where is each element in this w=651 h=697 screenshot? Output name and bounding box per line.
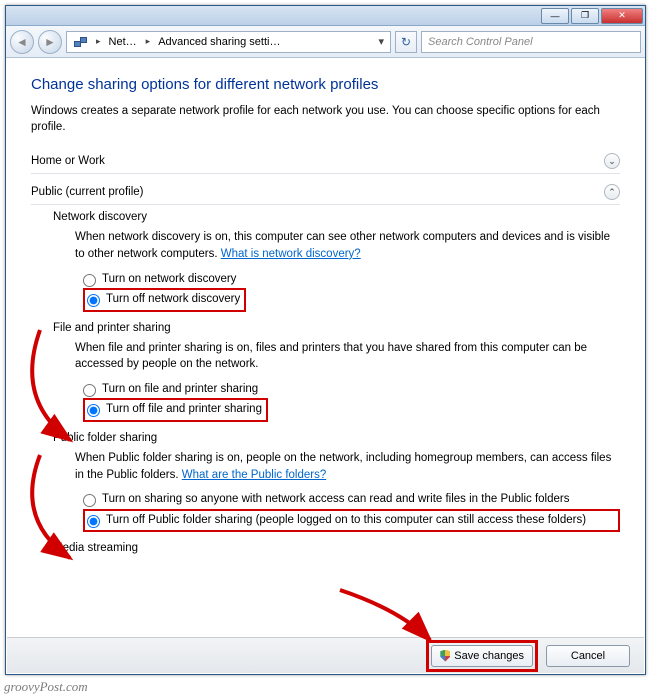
- radio-label: Turn off file and printer sharing: [106, 402, 262, 418]
- maximize-button[interactable]: ❐: [571, 8, 599, 24]
- refresh-icon: ↻: [401, 35, 411, 49]
- subsection-description: When file and printer sharing is on, fil…: [53, 340, 620, 373]
- save-changes-button[interactable]: Save changes: [431, 645, 533, 667]
- what-are-public-folders-link[interactable]: What are the Public folders?: [182, 469, 326, 481]
- forward-button[interactable]: ►: [38, 30, 62, 54]
- radio-input[interactable]: [83, 494, 96, 507]
- radio-input[interactable]: [87, 404, 100, 417]
- subsection-title: File and printer sharing: [53, 322, 620, 334]
- breadcrumb-advanced-sharing[interactable]: Advanced sharing setti…: [154, 36, 285, 48]
- radio-pubfolder-on[interactable]: Turn on sharing so anyone with network a…: [83, 491, 620, 509]
- button-label: Cancel: [571, 650, 605, 662]
- radio-input[interactable]: [87, 294, 100, 307]
- chevron-down-icon: ⌄: [604, 153, 620, 169]
- page-description: Windows creates a separate network profi…: [31, 103, 620, 135]
- network-discovery-section: Network discovery When network discovery…: [31, 211, 620, 311]
- page-title: Change sharing options for different net…: [31, 76, 620, 93]
- close-button[interactable]: ✕: [601, 8, 643, 24]
- subsection-description: When network discovery is on, this compu…: [53, 229, 620, 262]
- radio-label: Turn off Public folder sharing (people l…: [106, 513, 586, 529]
- network-icon: [69, 35, 92, 49]
- radio-label: Turn off network discovery: [106, 292, 240, 308]
- section-home-or-work[interactable]: Home or Work ⌄: [31, 149, 620, 174]
- radio-label: Turn on sharing so anyone with network a…: [102, 492, 570, 508]
- subsection-title: Network discovery: [53, 211, 620, 223]
- radio-pubfolder-off[interactable]: Turn off Public folder sharing (people l…: [87, 512, 586, 530]
- subsection-description: When Public folder sharing is on, people…: [53, 450, 620, 483]
- minimize-button[interactable]: —: [541, 8, 569, 24]
- refresh-button[interactable]: ↻: [395, 31, 417, 53]
- content-area: Change sharing options for different net…: [7, 60, 644, 636]
- navbar: ◄ ► ▸ Net… ▸ Advanced sharing setti… ▾ ↻…: [6, 26, 645, 58]
- search-input[interactable]: Search Control Panel: [421, 31, 641, 53]
- public-folder-sharing-section: Public folder sharing When Public folder…: [31, 432, 620, 532]
- radio-label: Turn on file and printer sharing: [102, 382, 258, 398]
- back-button[interactable]: ◄: [10, 30, 34, 54]
- bottom-bar: Save changes Cancel: [7, 637, 644, 673]
- chevron-up-icon: ⌃: [604, 184, 620, 200]
- subsection-title: Media streaming: [53, 542, 620, 554]
- radio-input[interactable]: [83, 274, 96, 287]
- section-public[interactable]: Public (current profile) ⌃: [31, 180, 620, 205]
- section-label: Home or Work: [31, 155, 105, 167]
- watermark: groovyPost.com: [4, 679, 88, 695]
- media-streaming-section: Media streaming: [31, 542, 620, 554]
- annotation-highlight: Save changes: [426, 640, 538, 672]
- radio-input[interactable]: [83, 384, 96, 397]
- what-is-network-discovery-link[interactable]: What is network discovery?: [221, 248, 361, 260]
- radio-input[interactable]: [87, 515, 100, 528]
- radio-netdisc-on[interactable]: Turn on network discovery: [83, 271, 620, 289]
- annotation-highlight: Turn off file and printer sharing: [83, 398, 268, 422]
- control-panel-window: — ❐ ✕ ◄ ► ▸ Net… ▸ Advanced sharing sett…: [5, 5, 646, 675]
- subsection-title: Public folder sharing: [53, 432, 620, 444]
- radio-fileprint-on[interactable]: Turn on file and printer sharing: [83, 381, 620, 399]
- radio-fileprint-off[interactable]: Turn off file and printer sharing: [87, 401, 262, 419]
- chevron-right-icon: ▸: [144, 36, 153, 47]
- radio-label: Turn on network discovery: [102, 272, 236, 288]
- annotation-highlight: Turn off network discovery: [83, 288, 246, 312]
- address-dropdown-icon[interactable]: ▾: [374, 35, 388, 48]
- cancel-button[interactable]: Cancel: [546, 645, 630, 667]
- address-bar[interactable]: ▸ Net… ▸ Advanced sharing setti… ▾: [66, 31, 391, 53]
- titlebar: — ❐ ✕: [6, 6, 645, 26]
- uac-shield-icon: [440, 650, 450, 662]
- radio-netdisc-off[interactable]: Turn off network discovery: [87, 291, 240, 309]
- breadcrumb-network[interactable]: Net…: [105, 36, 142, 48]
- annotation-highlight: Turn off Public folder sharing (people l…: [83, 509, 620, 533]
- button-label: Save changes: [454, 650, 524, 662]
- section-label: Public (current profile): [31, 186, 143, 198]
- chevron-right-icon: ▸: [94, 36, 103, 47]
- file-printer-sharing-section: File and printer sharing When file and p…: [31, 322, 620, 422]
